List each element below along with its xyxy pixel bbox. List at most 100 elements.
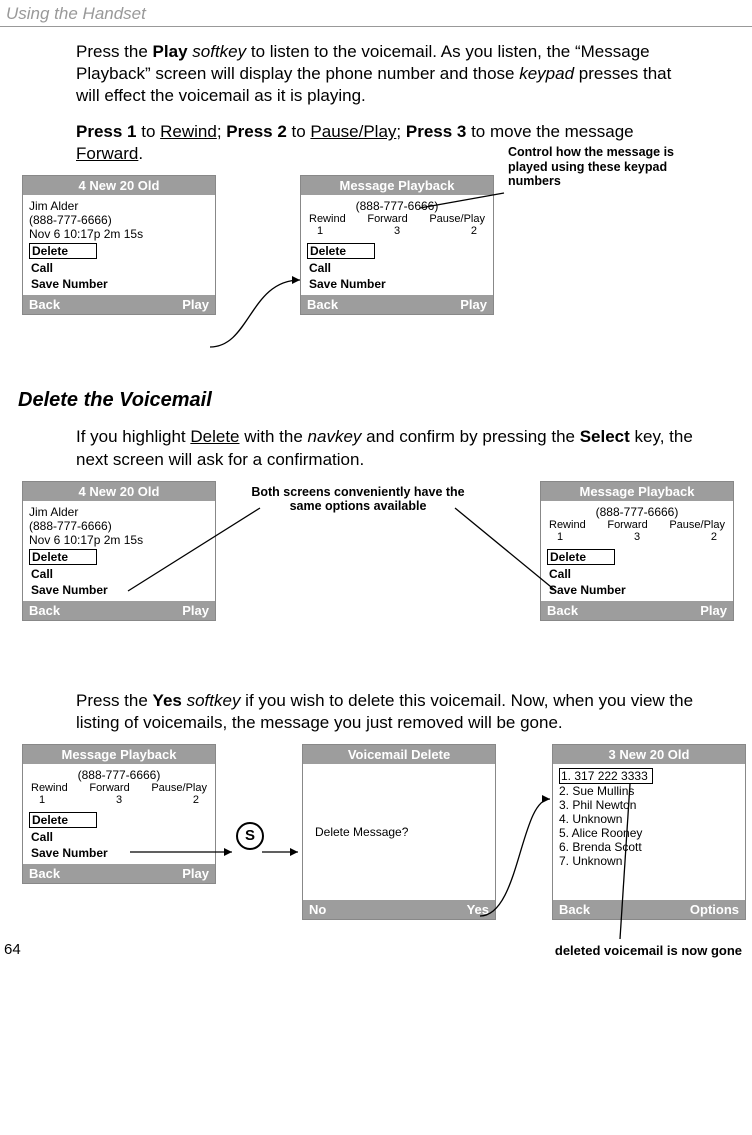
softkey-back[interactable]: Back <box>29 866 60 881</box>
opt-save-number[interactable]: Save Number <box>29 846 209 860</box>
t: and confirm by pressing the <box>361 427 579 446</box>
list-item[interactable]: 6. Brenda Scott <box>559 840 739 854</box>
opt-save-number[interactable]: Save Number <box>307 277 487 291</box>
list-item[interactable]: 4. Unknown <box>559 812 739 826</box>
phone-playback-3: Message Playback (888-777-6666) Rewind F… <box>22 744 216 884</box>
opt-delete[interactable]: Delete <box>29 243 97 259</box>
key: 1 <box>317 225 323 237</box>
opt-call[interactable]: Call <box>29 830 209 844</box>
list-item[interactable]: 3. Phil Newton <box>559 798 739 812</box>
softkey-no[interactable]: No <box>309 902 326 917</box>
softkey-back[interactable]: Back <box>547 603 578 618</box>
opt-save-number[interactable]: Save Number <box>547 583 727 597</box>
t: Press the <box>76 42 153 61</box>
softkey-back[interactable]: Back <box>307 297 338 312</box>
t: navkey <box>308 427 362 446</box>
list-item[interactable]: 1. 317 222 3333 <box>559 768 653 784</box>
opt-call[interactable]: Call <box>307 261 487 275</box>
t-play: Play <box>153 42 188 61</box>
key: 2 <box>471 225 477 237</box>
page-header: Using the Handset <box>0 0 752 27</box>
t: Rewind <box>160 122 217 141</box>
t: to move the message <box>466 122 633 141</box>
phone-msg-list: 4 New 20 Old Jim Alder (888-777-6666) No… <box>22 175 216 315</box>
t: Pause/Play <box>310 122 396 141</box>
phone-voicemail-list: 3 New 20 Old 1. 317 222 3333 2. Sue Mull… <box>552 744 746 920</box>
list-item[interactable]: 7. Unknown <box>559 854 739 868</box>
meta: Nov 6 10:17p 2m 15s <box>29 533 209 547</box>
softkey-back[interactable]: Back <box>29 603 60 618</box>
softkey-back[interactable]: Back <box>29 297 60 312</box>
softkey-yes[interactable]: Yes <box>467 902 489 917</box>
list-item[interactable]: 2. Sue Mullins <box>559 784 739 798</box>
softkey-play[interactable]: Play <box>700 603 727 618</box>
caller-number: (888-777-6666) <box>29 519 209 533</box>
t-softkey: softkey <box>192 42 246 61</box>
title: Message Playback <box>541 482 733 501</box>
list-item[interactable]: 5. Alice Rooney <box>559 826 739 840</box>
page-number: 64 <box>4 941 21 958</box>
ctrl-pauseplay: Pause/Play <box>669 519 725 531</box>
select-key-icon: S <box>236 822 264 850</box>
para-4: Press the Yes softkey if you wish to del… <box>76 690 696 734</box>
phone-delete-confirm: Voicemail Delete Delete Message? No Yes <box>302 744 496 920</box>
ctrl-rewind: Rewind <box>549 519 586 531</box>
caller-name: Jim Alder <box>29 505 209 519</box>
heading-delete-voicemail: Delete the Voicemail <box>18 389 752 412</box>
annotation-deleted-gone: deleted voicemail is now gone <box>555 943 742 958</box>
t: to <box>137 122 161 141</box>
opt-delete[interactable]: Delete <box>29 812 97 828</box>
title: 4 New 20 Old <box>23 482 215 501</box>
annotation-keypad-control: Control how the message is played using … <box>508 145 708 188</box>
softkey-play[interactable]: Play <box>182 297 209 312</box>
t-keypad: keypad <box>519 64 574 83</box>
title: 3 New 20 Old <box>553 745 745 764</box>
key: 1 <box>39 794 45 806</box>
opt-call[interactable]: Call <box>29 261 209 275</box>
opt-delete[interactable]: Delete <box>29 549 97 565</box>
softkey-back[interactable]: Back <box>559 902 590 917</box>
playback-number: (888-777-6666) <box>547 505 727 519</box>
playback-number: (888-777-6666) <box>307 199 487 213</box>
t: If you highlight <box>76 427 190 446</box>
ctrl-forward: Forward <box>607 519 647 531</box>
t: Press 1 <box>76 122 137 141</box>
opt-call[interactable]: Call <box>547 567 727 581</box>
key: 3 <box>634 531 640 543</box>
ctrl-pauseplay: Pause/Play <box>429 213 485 225</box>
title: Message Playback <box>301 176 493 195</box>
key: 1 <box>557 531 563 543</box>
softkey-play[interactable]: Play <box>182 603 209 618</box>
opt-call[interactable]: Call <box>29 567 209 581</box>
opt-delete[interactable]: Delete <box>547 549 615 565</box>
key: 2 <box>193 794 199 806</box>
title: 4 New 20 Old <box>23 176 215 195</box>
softkey-options[interactable]: Options <box>690 902 739 917</box>
opt-save-number[interactable]: Save Number <box>29 583 209 597</box>
meta: Nov 6 10:17p 2m 15s <box>29 227 209 241</box>
ctrl-forward: Forward <box>367 213 407 225</box>
t: ; <box>217 122 226 141</box>
caller-number: (888-777-6666) <box>29 213 209 227</box>
playback-number: (888-777-6666) <box>29 768 209 782</box>
phone-playback-2: Message Playback (888-777-6666) Rewind F… <box>540 481 734 621</box>
t: Yes <box>153 691 182 710</box>
key: 3 <box>394 225 400 237</box>
t: Delete <box>190 427 239 446</box>
confirm-text: Delete Message? <box>309 825 414 839</box>
t: . <box>138 144 143 163</box>
t: Press 2 <box>226 122 287 141</box>
t: Press the <box>76 691 153 710</box>
opt-save-number[interactable]: Save Number <box>29 277 209 291</box>
softkey-play[interactable]: Play <box>460 297 487 312</box>
opt-delete[interactable]: Delete <box>307 243 375 259</box>
para-3: If you highlight Delete with the navkey … <box>76 426 696 470</box>
t: Forward <box>76 144 138 163</box>
softkey-play[interactable]: Play <box>182 866 209 881</box>
t: Press 3 <box>406 122 467 141</box>
ctrl-forward: Forward <box>89 782 129 794</box>
t: softkey <box>187 691 241 710</box>
phone-playback: Message Playback (888-777-6666) Rewind F… <box>300 175 494 315</box>
caller-name: Jim Alder <box>29 199 209 213</box>
ctrl-rewind: Rewind <box>31 782 68 794</box>
